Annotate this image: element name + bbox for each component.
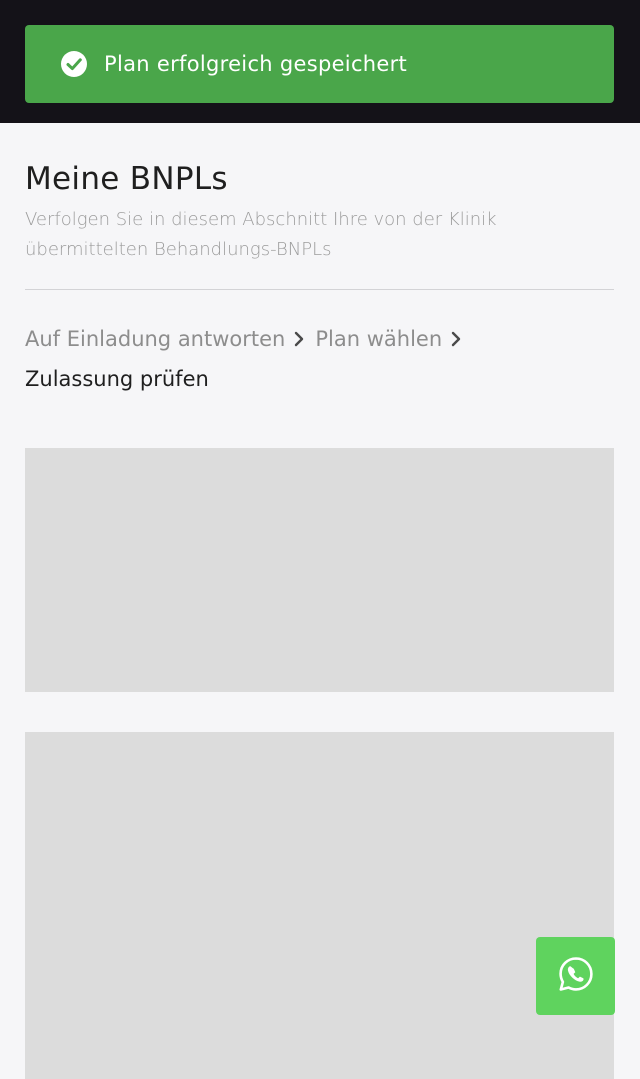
breadcrumb-item-check-eligibility: Zulassung prüfen: [25, 367, 209, 391]
top-bar: Plan erfolgreich gespeichert: [0, 0, 640, 123]
whatsapp-icon: [556, 954, 596, 998]
page-title: Meine BNPLs: [25, 161, 228, 197]
whatsapp-chat-button[interactable]: [536, 937, 615, 1015]
breadcrumb-item-respond-invitation[interactable]: Auf Einladung antworten: [25, 327, 285, 351]
loading-card-placeholder: [25, 448, 614, 692]
toast-message: Plan erfolgreich gespeichert: [104, 52, 408, 76]
loading-card-placeholder: [25, 732, 614, 1079]
divider: [25, 289, 614, 290]
success-toast: Plan erfolgreich gespeichert: [25, 25, 614, 103]
breadcrumb: Auf Einladung antworten Plan wählen Zulas…: [25, 319, 614, 399]
page-subtitle: Verfolgen Sie in diesem Abschnitt Ihre v…: [25, 209, 497, 260]
breadcrumb-item-choose-plan[interactable]: Plan wählen: [315, 327, 442, 351]
check-circle-icon: [60, 50, 88, 78]
chevron-right-icon: [450, 320, 462, 347]
chevron-right-icon: [293, 320, 305, 347]
